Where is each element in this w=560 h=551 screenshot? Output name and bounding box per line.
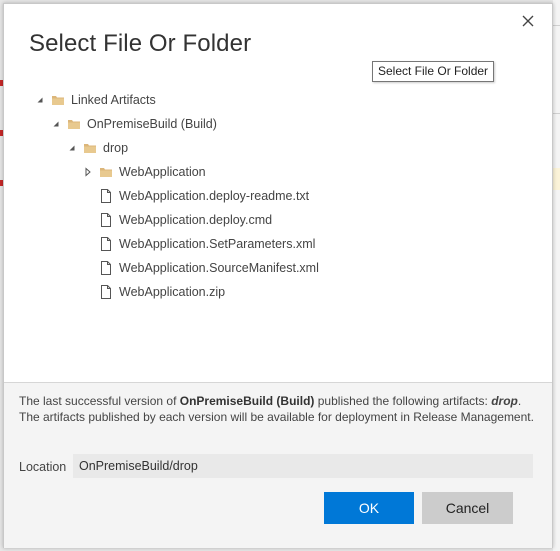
tree-node-label: drop xyxy=(103,141,129,155)
location-input[interactable] xyxy=(73,454,533,478)
build-name: OnPremiseBuild (Build) xyxy=(179,394,315,408)
triangle-collapsed-icon[interactable] xyxy=(83,167,93,177)
background-page xyxy=(553,0,560,551)
artifact-info: The last successful version of OnPremise… xyxy=(19,393,544,425)
triangle-expanded-icon[interactable] xyxy=(51,119,61,129)
file-icon xyxy=(99,261,113,275)
folder-icon xyxy=(99,165,113,179)
file-icon xyxy=(99,189,113,203)
cancel-button[interactable]: Cancel xyxy=(422,492,513,524)
tree-file-node[interactable]: WebApplication.deploy.cmd xyxy=(83,210,272,230)
tree-file-node[interactable]: WebApplication.SourceManifest.xml xyxy=(83,258,319,278)
tree-folder-node[interactable]: Linked Artifacts xyxy=(35,90,156,110)
background-divider xyxy=(553,113,560,114)
info-text-middle: published the following artifacts: xyxy=(314,394,492,408)
tree-node-label: WebApplication.zip xyxy=(119,285,226,299)
background-divider xyxy=(553,25,560,26)
tree-file-node[interactable]: WebApplication.SetParameters.xml xyxy=(83,234,315,254)
tree-node-label: WebApplication.SetParameters.xml xyxy=(119,237,316,251)
folder-icon xyxy=(67,117,81,131)
info-text-suffix: . xyxy=(517,394,522,408)
close-button[interactable] xyxy=(519,12,537,30)
file-icon xyxy=(99,237,113,251)
triangle-expanded-icon[interactable] xyxy=(67,143,77,153)
select-file-dialog: Select File Or Folder Linked Artifacts On… xyxy=(3,3,553,548)
tooltip: Select File Or Folder xyxy=(372,61,495,82)
info-text-prefix: The last successful version of xyxy=(19,394,180,408)
folder-icon xyxy=(83,141,97,155)
tree-file-node[interactable]: WebApplication.deploy-readme.txt xyxy=(83,186,309,206)
tree-folder-node[interactable]: OnPremiseBuild (Build) xyxy=(51,114,217,134)
file-icon xyxy=(99,285,113,299)
info-text-line2: The artifacts published by each version … xyxy=(19,410,534,424)
tree-folder-node[interactable]: drop xyxy=(67,138,128,158)
artifact-name: drop xyxy=(491,394,518,408)
tree-folder-node[interactable]: WebApplication xyxy=(83,162,206,182)
tree-file-node[interactable]: WebApplication.zip xyxy=(83,282,225,302)
tree-node-label: WebApplication.SourceManifest.xml xyxy=(119,261,319,275)
file-icon xyxy=(99,213,113,227)
tree-node-label: WebApplication xyxy=(119,165,206,179)
close-icon[interactable] xyxy=(519,12,537,30)
folder-icon xyxy=(51,93,65,107)
background-highlight-row xyxy=(553,168,560,190)
dialog-title: Select File Or Folder xyxy=(29,30,252,57)
tree-node-label: WebApplication.deploy-readme.txt xyxy=(119,189,310,203)
tree-node-label: OnPremiseBuild (Build) xyxy=(87,117,217,131)
ok-button[interactable]: OK xyxy=(324,492,414,524)
info-panel: The last successful version of OnPremise… xyxy=(4,382,552,548)
tree-node-label: Linked Artifacts xyxy=(71,93,156,107)
location-label: Location xyxy=(19,460,67,474)
tree-node-label: WebApplication.deploy.cmd xyxy=(119,213,273,227)
triangle-expanded-icon[interactable] xyxy=(35,95,45,105)
